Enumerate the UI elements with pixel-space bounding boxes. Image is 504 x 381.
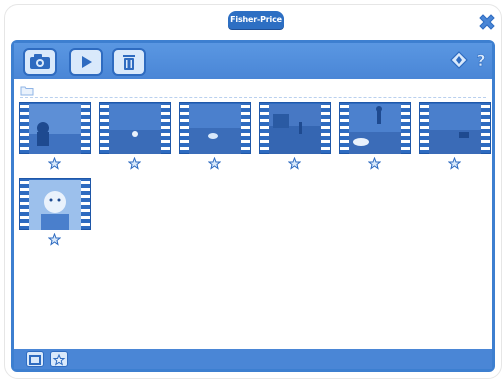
thumbnail-image [269, 104, 321, 154]
media-browser-panel: ? [11, 40, 495, 372]
toolbar: ? [14, 43, 492, 79]
star-icon[interactable] [288, 157, 301, 170]
photo-album-icon [29, 355, 41, 365]
play-button[interactable] [69, 48, 103, 76]
favorites-star-folder-icon [52, 353, 66, 366]
help-question-icon[interactable]: ? [472, 51, 490, 69]
video-thumbnail[interactable] [259, 102, 331, 172]
star-icon[interactable] [48, 157, 61, 170]
trash-icon [123, 55, 135, 70]
play-icon [82, 56, 92, 68]
diamond-arrows-icon[interactable] [450, 51, 468, 69]
star-icon[interactable] [368, 157, 381, 170]
delete-button[interactable] [112, 48, 146, 76]
video-thumbnail[interactable] [339, 102, 411, 172]
camera-button[interactable] [23, 48, 57, 76]
favorites-button[interactable] [50, 351, 68, 367]
photo-album-button[interactable] [26, 351, 44, 367]
close-icon[interactable] [477, 12, 497, 32]
video-thumbnail[interactable] [19, 178, 91, 248]
star-icon[interactable] [208, 157, 221, 170]
video-thumbnail[interactable] [19, 102, 91, 172]
video-thumbnail[interactable] [179, 102, 251, 172]
thumbnail-image [29, 104, 81, 154]
video-thumbnail[interactable] [99, 102, 171, 172]
thumbnail-image [429, 104, 481, 154]
folder-icon[interactable] [20, 85, 34, 96]
folder-path-bar [20, 85, 486, 98]
thumbnail-image [189, 104, 241, 154]
star-icon[interactable] [128, 157, 141, 170]
thumbnail-image [29, 180, 81, 230]
star-icon[interactable] [448, 157, 461, 170]
svg-text:?: ? [476, 51, 485, 69]
thumbnail-image [109, 104, 161, 154]
thumbnail-image [349, 104, 401, 154]
fisher-price-logo: Fisher-Price [228, 11, 284, 29]
video-thumbnail[interactable] [419, 102, 491, 172]
star-icon[interactable] [48, 233, 61, 246]
bottom-bar [14, 349, 492, 369]
camera-icon [30, 54, 50, 69]
